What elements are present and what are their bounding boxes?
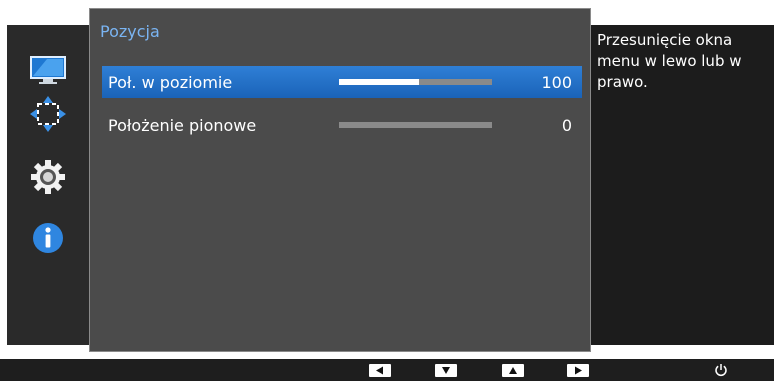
sidebar <box>7 25 89 345</box>
position-menu-panel: Pozycja Poł. w poziomie 100 Położenie pi… <box>89 8 591 352</box>
vertical-position-slider[interactable] <box>339 122 492 128</box>
monitor-icon[interactable] <box>25 47 71 93</box>
gear-icon[interactable] <box>25 154 71 200</box>
info-icon[interactable] <box>25 215 71 261</box>
help-panel: Przesunięcie okna menu w lewo lub w praw… <box>591 25 774 345</box>
right-arrow-icon[interactable] <box>567 364 589 377</box>
power-icon[interactable] <box>712 361 730 379</box>
horizontal-position-slider[interactable] <box>339 79 492 85</box>
left-arrow-icon[interactable] <box>369 364 391 377</box>
help-text: Przesunięcie okna menu w lewo lub w praw… <box>597 31 742 91</box>
slider-fill <box>339 79 419 85</box>
down-arrow-icon[interactable] <box>435 364 457 377</box>
menu-title: Pozycja <box>100 22 160 41</box>
menu-item-horizontal-position[interactable]: Poł. w poziomie 100 <box>102 66 582 98</box>
up-arrow-icon[interactable] <box>502 364 524 377</box>
bottom-button-bar <box>0 359 774 381</box>
menu-item-value: 100 <box>541 73 572 92</box>
menu-item-label: Poł. w poziomie <box>108 73 233 92</box>
menu-item-label: Położenie pionowe <box>108 116 257 135</box>
menu-item-value: 0 <box>561 116 572 135</box>
menu-item-vertical-position[interactable]: Położenie pionowe 0 <box>102 109 582 141</box>
position-arrows-icon[interactable] <box>25 91 71 137</box>
